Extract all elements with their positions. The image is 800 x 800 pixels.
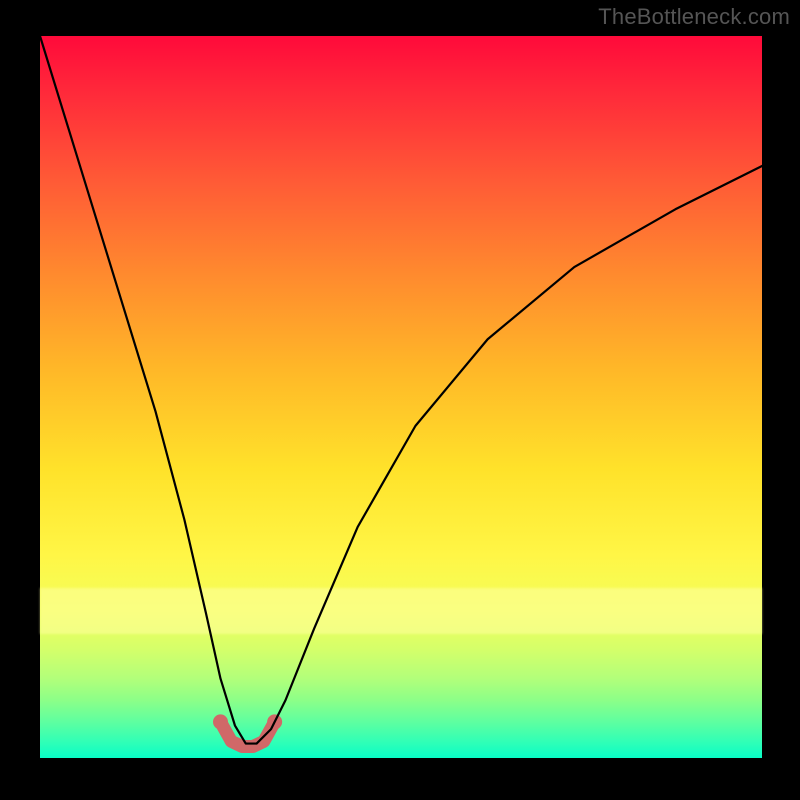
optimal-zone-dot-left: [213, 714, 228, 729]
plot-area: [40, 36, 762, 758]
chart-svg: [40, 36, 762, 758]
outer-frame: TheBottleneck.com: [0, 0, 800, 800]
watermark-text: TheBottleneck.com: [598, 4, 790, 30]
bottleneck-curve: [40, 36, 762, 744]
